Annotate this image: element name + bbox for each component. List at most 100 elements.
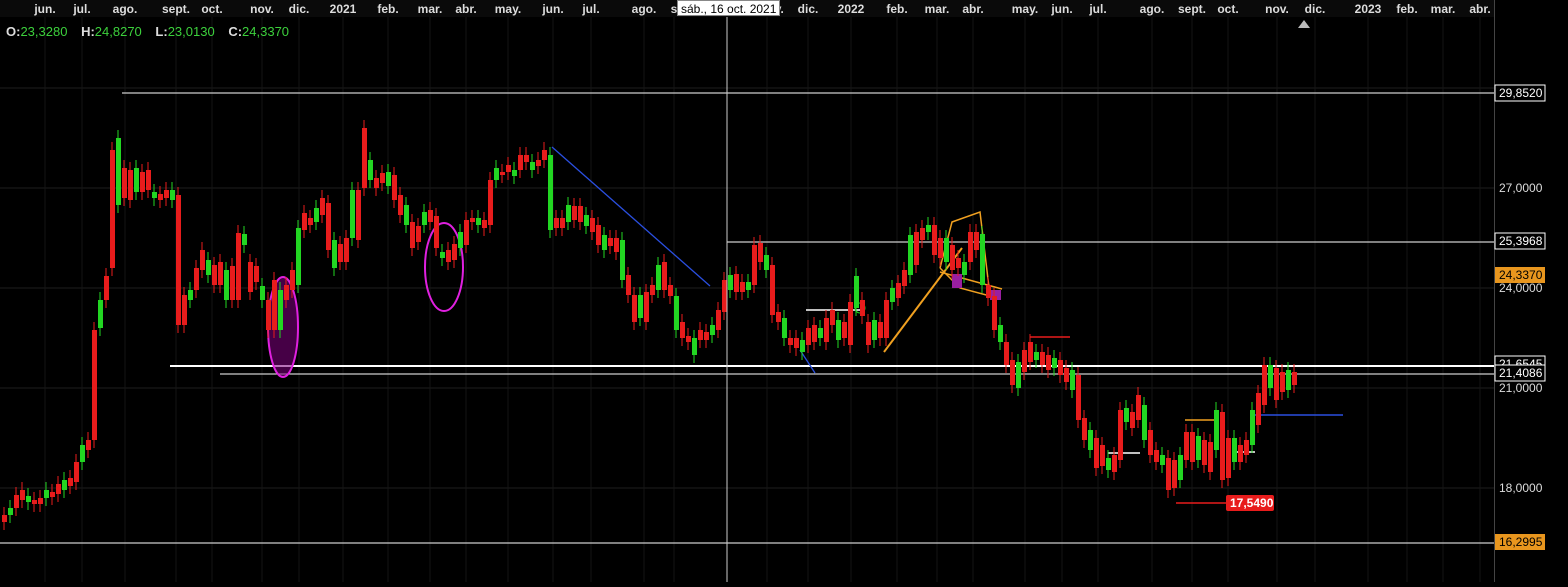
marker-box[interactable] bbox=[952, 274, 962, 288]
candle-body bbox=[326, 203, 331, 250]
time-axis-label: jul. bbox=[581, 2, 599, 16]
ohlc-readout: O:23,3280 H:24,8270 L:23,0130 C:24,3370 bbox=[6, 24, 299, 39]
candle-body bbox=[908, 235, 913, 275]
candle-body bbox=[776, 312, 781, 322]
candle-body bbox=[788, 338, 793, 345]
price-axis-label: 16,2995 bbox=[1499, 535, 1543, 549]
candle-body bbox=[176, 195, 181, 325]
candle-body bbox=[146, 170, 151, 190]
candle-body bbox=[1010, 360, 1015, 385]
candle-body bbox=[812, 325, 817, 342]
candle-body bbox=[566, 205, 571, 222]
candle-body bbox=[506, 165, 511, 172]
candle-body bbox=[1124, 408, 1129, 422]
horizontal-levels[interactable] bbox=[0, 92, 1494, 544]
candle-body bbox=[68, 478, 73, 486]
candle-body bbox=[692, 338, 697, 355]
candle-body bbox=[140, 172, 145, 192]
low-value: 23,0130 bbox=[167, 24, 215, 39]
candle-body bbox=[56, 484, 61, 494]
candle-body bbox=[92, 330, 97, 440]
candle-body bbox=[512, 170, 517, 176]
candle-body bbox=[494, 168, 499, 180]
time-axis-label: 2022 bbox=[838, 2, 865, 16]
candle-body bbox=[1244, 440, 1249, 455]
candle-body bbox=[128, 170, 133, 200]
time-axis-label: abr. bbox=[962, 2, 983, 16]
candle-body bbox=[950, 245, 955, 270]
candle-body bbox=[332, 240, 337, 268]
candle-body bbox=[620, 240, 625, 280]
candle-body bbox=[446, 250, 451, 262]
candle-body bbox=[290, 270, 295, 290]
candle-body bbox=[746, 282, 751, 290]
candle-body bbox=[308, 218, 313, 225]
time-axis-label: 2021 bbox=[330, 2, 357, 16]
candle-body bbox=[86, 440, 91, 450]
candle-body bbox=[1064, 368, 1069, 382]
price-axis-label: 21,0000 bbox=[1499, 381, 1543, 395]
price-axis[interactable]: 29,852027,000025,396824,337024,000021,65… bbox=[1226, 84, 1546, 550]
candle-body bbox=[1136, 395, 1141, 420]
candle-body bbox=[428, 210, 433, 222]
candle-body bbox=[530, 162, 535, 170]
candle-body bbox=[206, 260, 211, 275]
candle-body bbox=[848, 302, 853, 345]
candle-body bbox=[548, 155, 553, 230]
time-axis-label: sept. bbox=[1178, 2, 1206, 16]
candle-body bbox=[944, 238, 949, 262]
candle-body bbox=[368, 160, 373, 180]
highlight-ellipse[interactable] bbox=[424, 222, 464, 312]
time-axis-label: ago. bbox=[1140, 2, 1165, 16]
candle-body bbox=[1226, 438, 1231, 478]
candle-body bbox=[974, 232, 979, 250]
candle-body bbox=[356, 190, 361, 240]
candle-body bbox=[1262, 365, 1267, 405]
candle-body bbox=[656, 265, 661, 290]
candle-body bbox=[1106, 458, 1111, 470]
time-axis-label: jun. bbox=[541, 2, 563, 16]
time-axis-label: abr. bbox=[455, 2, 476, 16]
chart-area[interactable]: jun. jul. ago. sept. oct. nov. dic. 2021 feb. mar… bbox=[0, 0, 1568, 582]
candle-body bbox=[980, 234, 985, 285]
time-axis-label: feb. bbox=[1396, 2, 1417, 16]
pattern-orange[interactable] bbox=[939, 271, 1003, 290]
candle-body bbox=[1208, 442, 1213, 472]
candle-body bbox=[740, 282, 745, 292]
candles bbox=[2, 120, 1297, 530]
candle-body bbox=[62, 480, 67, 490]
drawings[interactable] bbox=[267, 146, 1343, 504]
crosshair-date-label: sáb., 16 oct. 2021 bbox=[677, 0, 781, 16]
candle-body bbox=[1148, 430, 1153, 455]
candle-body bbox=[314, 208, 319, 222]
candle-body bbox=[1088, 430, 1093, 450]
candle-body bbox=[1142, 405, 1147, 440]
candle-body bbox=[1160, 455, 1165, 465]
candle-body bbox=[806, 328, 811, 345]
candle-body bbox=[1028, 342, 1033, 362]
candle-body bbox=[1172, 460, 1177, 488]
candle-body bbox=[380, 173, 385, 183]
candle-body bbox=[188, 290, 193, 300]
candle-body bbox=[890, 288, 895, 302]
time-axis-label: jun. bbox=[33, 2, 55, 16]
candle-body bbox=[668, 285, 673, 296]
candle-body bbox=[1232, 438, 1237, 462]
price-chart[interactable]: jun. jul. ago. sept. oct. nov. dic. 2021 feb. mar… bbox=[0, 0, 1568, 582]
candle-body bbox=[200, 250, 205, 270]
time-axis-label: jun. bbox=[1050, 2, 1072, 16]
candle-body bbox=[374, 178, 379, 188]
candle-body bbox=[860, 300, 865, 316]
candle-body bbox=[110, 150, 115, 268]
scroll-marker-icon[interactable] bbox=[1298, 20, 1310, 28]
candle-body bbox=[962, 262, 967, 275]
candle-body bbox=[488, 180, 493, 225]
candle-body bbox=[602, 235, 607, 250]
time-axis-label: mar. bbox=[418, 2, 443, 16]
candle-body bbox=[854, 276, 859, 308]
price-axis-label: 18,0000 bbox=[1499, 481, 1543, 495]
time-axis-label: feb. bbox=[377, 2, 398, 16]
candle-body bbox=[1034, 352, 1039, 360]
candle-body bbox=[1058, 360, 1063, 375]
candle-body bbox=[230, 266, 235, 300]
